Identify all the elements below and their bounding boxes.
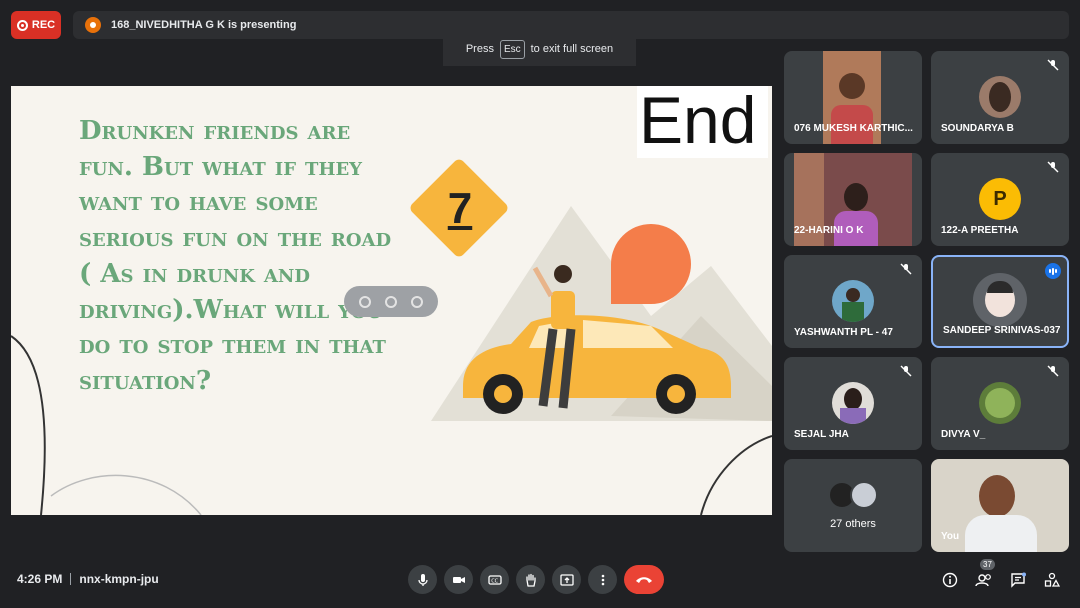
participant-tile[interactable]: SOUNDARYA B (931, 51, 1069, 144)
end-call-icon (636, 576, 652, 583)
slide-corner-label: End (637, 86, 769, 158)
meeting-code: nnx-kmpn-jpu (79, 572, 159, 586)
participant-name: SOUNDARYA B (941, 123, 1014, 134)
participant-tile[interactable]: P 122-A PREETHA (931, 153, 1069, 246)
others-tile[interactable]: 27 others (784, 459, 922, 552)
participant-tile[interactable]: YASHWANTH PL - 47 (784, 255, 922, 348)
meeting-details-button[interactable] (940, 567, 960, 593)
participant-name: SANDEEP SRINIVAS-037 (943, 325, 1061, 336)
microphone-icon (417, 573, 428, 586)
activities-button[interactable] (1042, 567, 1062, 593)
others-count: 27 others (830, 518, 876, 530)
self-video-face (979, 475, 1015, 517)
participant-tile[interactable]: 22-HARINI O K (784, 153, 922, 246)
participant-name: 22-HARINI O K (794, 225, 864, 236)
mic-off-icon (900, 365, 912, 377)
participant-tile-speaking[interactable]: SANDEEP SRINIVAS-037 (931, 255, 1069, 348)
mute-icon[interactable] (385, 295, 397, 308)
camera-icon (452, 576, 465, 583)
road-sign-number: 7 (447, 184, 473, 233)
participant-name: You (941, 531, 960, 542)
chat-button[interactable] (1008, 567, 1028, 593)
speaking-indicator-icon (1045, 263, 1061, 279)
slide-body-text: Drunken friends are fun. But what if the… (79, 116, 392, 396)
participant-name: SEJAL JHA (794, 429, 849, 440)
mic-off-icon (900, 263, 912, 275)
people-icon (975, 574, 991, 587)
hint-press: Press (465, 43, 494, 55)
chat-icon (1011, 572, 1026, 588)
presenter-text: 168_NIVEDHITHA G K is presenting (111, 19, 297, 31)
recording-label: REC (31, 19, 56, 31)
mic-off-icon (1047, 59, 1059, 71)
recording-indicator: REC (11, 11, 61, 39)
participant-avatar: P (979, 178, 1021, 220)
participant-avatar (979, 382, 1021, 424)
more-options-icon (601, 574, 604, 585)
end-call-button[interactable] (624, 565, 664, 594)
present-icon (559, 573, 574, 586)
participant-count-badge: 37 (980, 559, 995, 570)
camera-button[interactable] (444, 565, 473, 594)
participant-tile[interactable]: 076 MUKESH KARTHIC... (784, 51, 922, 144)
captions-icon: CC (487, 574, 502, 585)
pin-icon[interactable] (359, 295, 371, 308)
participant-name: DIVYA V_ (941, 429, 986, 440)
captions-button[interactable]: CC (480, 565, 509, 594)
record-icon (16, 19, 28, 31)
participant-avatar (832, 382, 874, 424)
mic-off-icon (1047, 161, 1059, 173)
participant-avatar (832, 280, 874, 322)
presented-slide: Drunken friends are fun. But what if the… (11, 86, 772, 515)
call-controls: CC (408, 565, 664, 594)
mic-off-icon (1047, 365, 1059, 377)
meeting-info: 4:26 PM nnx-kmpn-jpu (17, 572, 159, 586)
participant-avatar (979, 76, 1021, 118)
presenter-avatar-icon (85, 17, 101, 33)
divider (70, 573, 72, 585)
info-icon (942, 572, 958, 588)
fullscreen-hint: Press Esc to exit full screen (443, 32, 636, 66)
self-video-shirt (965, 515, 1037, 552)
people-button[interactable]: 37 (974, 559, 995, 593)
tile-overlay-controls[interactable] (344, 286, 438, 317)
participant-tile[interactable]: DIVYA V_ (931, 357, 1069, 450)
hint-action: to exit full screen (530, 43, 614, 55)
participant-tile[interactable]: SEJAL JHA (784, 357, 922, 450)
more-options-button[interactable] (588, 565, 617, 594)
esc-key: Esc (499, 39, 525, 59)
raise-hand-button[interactable] (516, 565, 545, 594)
self-view-tile[interactable]: You (931, 459, 1069, 552)
svg-text:CC: CC (491, 578, 498, 584)
activities-icon (1044, 572, 1060, 587)
others-avatar (850, 481, 878, 509)
present-button[interactable] (552, 565, 581, 594)
raise-hand-icon (525, 573, 536, 587)
participant-name: 076 MUKESH KARTHIC... (794, 123, 913, 134)
participant-name: YASHWANTH PL - 47 (794, 327, 893, 338)
current-time: 4:26 PM (17, 572, 63, 586)
participant-avatar (973, 273, 1027, 327)
participant-name: 122-A PREETHA (941, 225, 1019, 236)
side-panel-controls: 37 (940, 559, 1062, 593)
microphone-button[interactable] (408, 565, 437, 594)
remove-icon[interactable] (411, 295, 423, 308)
